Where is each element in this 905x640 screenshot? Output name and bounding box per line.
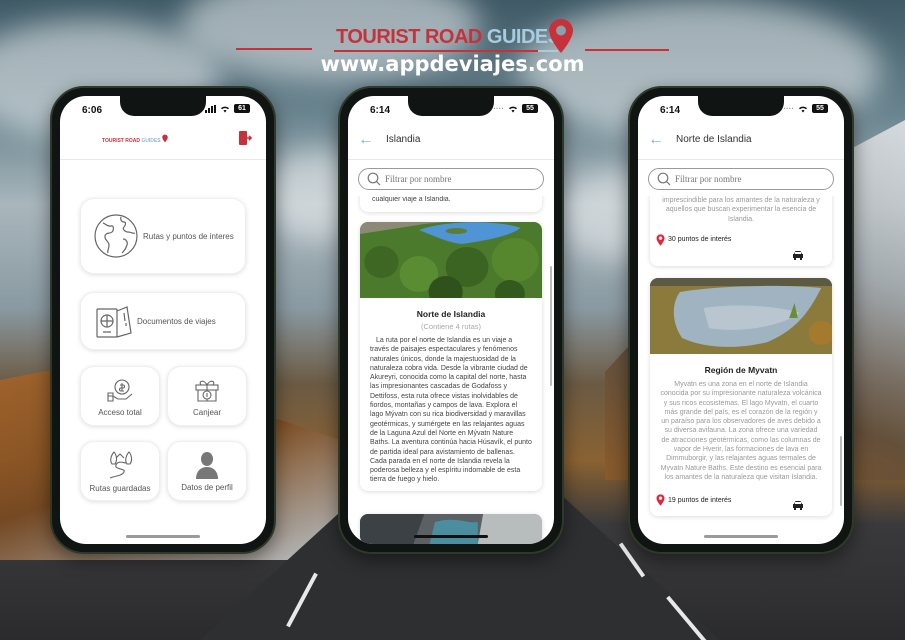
- back-arrow-icon[interactable]: ←: [358, 132, 374, 148]
- passport-ticket-icon: [96, 306, 132, 338]
- brand-url[interactable]: www.appdeviajes.com: [0, 52, 905, 76]
- home-header: TOURIST ROAD GUIDES: [60, 122, 266, 160]
- car-icon[interactable]: [792, 250, 804, 260]
- signal-icon: [205, 104, 216, 113]
- home-indicator[interactable]: [704, 535, 778, 538]
- menu-full-access-button[interactable]: Acceso total: [80, 366, 160, 426]
- search-icon: [657, 172, 671, 186]
- route-image: [360, 222, 542, 308]
- user-icon: [196, 451, 218, 479]
- battery-icon: 61: [234, 104, 250, 113]
- home-screen: 6:06 61 TOURIST ROAD GUIDES Rutas y punt…: [60, 96, 266, 544]
- car-icon[interactable]: [792, 500, 804, 510]
- menu-documents-button[interactable]: Documentos de viajes: [80, 292, 246, 350]
- gift-coin-icon: [195, 380, 219, 402]
- app-logo: TOURIST ROAD GUIDES: [102, 134, 168, 144]
- page-title: Islandia: [386, 134, 421, 145]
- home-indicator[interactable]: [414, 535, 488, 538]
- brand-header: TOURIST ROAD GUIDES www.appdeviajes.com: [0, 18, 905, 78]
- map-pin-icon: [549, 19, 573, 53]
- back-arrow-icon[interactable]: ←: [648, 132, 664, 148]
- phone-home: 6:06 61 TOURIST ROAD GUIDES Rutas y punt…: [50, 86, 276, 554]
- points-of-interest: 30 puntos de interés: [650, 234, 832, 246]
- route-image: [650, 278, 832, 354]
- route-description: Myvatn es una zona en el norte de Island…: [660, 381, 822, 481]
- map-pin-icon: [656, 494, 665, 506]
- islandia-header: ← Islandia: [348, 122, 554, 160]
- menu-saved-routes-button[interactable]: Rutas guardadas: [80, 441, 160, 501]
- route-card-previous[interactable]: imprescindible para los amantes de la na…: [650, 196, 832, 266]
- map-pin-icon: [656, 234, 665, 246]
- route-count: (Contiene 4 rutas): [420, 322, 482, 331]
- wifi-icon: [509, 106, 517, 112]
- route-card[interactable]: Región de Myvatn Myvatn es una zona en e…: [650, 278, 832, 516]
- norte-screen: 6:14 ···· 55 ← Norte de Islandia impresc…: [638, 96, 844, 544]
- route-card-next[interactable]: [360, 514, 542, 544]
- islandia-screen: 6:14 ···· 55 ← Islandia cualquier viaje …: [348, 96, 554, 544]
- menu-redeem-button[interactable]: Canjear: [167, 366, 247, 426]
- status-time: 6:06: [82, 105, 103, 116]
- route-title: Región de Myvatn: [704, 365, 778, 375]
- wifi-icon: [799, 106, 807, 112]
- phone-norte: 6:14 ···· 55 ← Norte de Islandia impresc…: [628, 86, 854, 554]
- phone-islandia: 6:14 ···· 55 ← Islandia cualquier viaje …: [338, 86, 564, 554]
- status-time: 6:14: [370, 105, 391, 116]
- route-card[interactable]: Norte de Islandia (Contiene 4 rutas) La …: [360, 222, 542, 491]
- brand-title: TOURIST ROAD GUIDES: [336, 26, 561, 48]
- route-list: imprescindible para los amantes de la na…: [638, 196, 844, 544]
- search-icon: [367, 172, 381, 186]
- norte-header: ← Norte de Islandia: [638, 122, 844, 160]
- globe-icon: [94, 214, 138, 258]
- search-field[interactable]: [648, 168, 834, 190]
- route-title: Norte de Islandia: [416, 309, 486, 319]
- route-card-previous[interactable]: cualquier viaje a Islandia.: [360, 196, 542, 212]
- mountain-route-icon: [109, 450, 133, 479]
- route-image: [360, 514, 542, 544]
- menu-routes-button[interactable]: Rutas y puntos de interes: [80, 198, 246, 274]
- search-input[interactable]: [385, 172, 525, 186]
- points-of-interest: 19 puntos de interés: [650, 494, 832, 506]
- battery-icon: 55: [812, 104, 828, 113]
- home-indicator[interactable]: [126, 535, 200, 538]
- search-input[interactable]: [675, 172, 815, 186]
- battery-icon: 55: [522, 104, 538, 113]
- search-field[interactable]: [358, 168, 544, 190]
- exit-door-icon[interactable]: [238, 130, 252, 146]
- wifi-icon: [221, 106, 229, 112]
- status-time: 6:14: [660, 105, 681, 116]
- scrollbar[interactable]: [840, 436, 842, 506]
- page-title: Norte de Islandia: [676, 134, 752, 145]
- hand-money-icon: [107, 378, 133, 402]
- menu-profile-button[interactable]: Datos de perfil: [167, 441, 247, 501]
- route-description: La ruta por el norte de Islandia es un v…: [370, 337, 532, 484]
- scrollbar[interactable]: [550, 266, 552, 386]
- map-pin-icon: [162, 134, 168, 143]
- route-list: cualquier viaje a Islandia. Norte de Isl…: [348, 196, 554, 544]
